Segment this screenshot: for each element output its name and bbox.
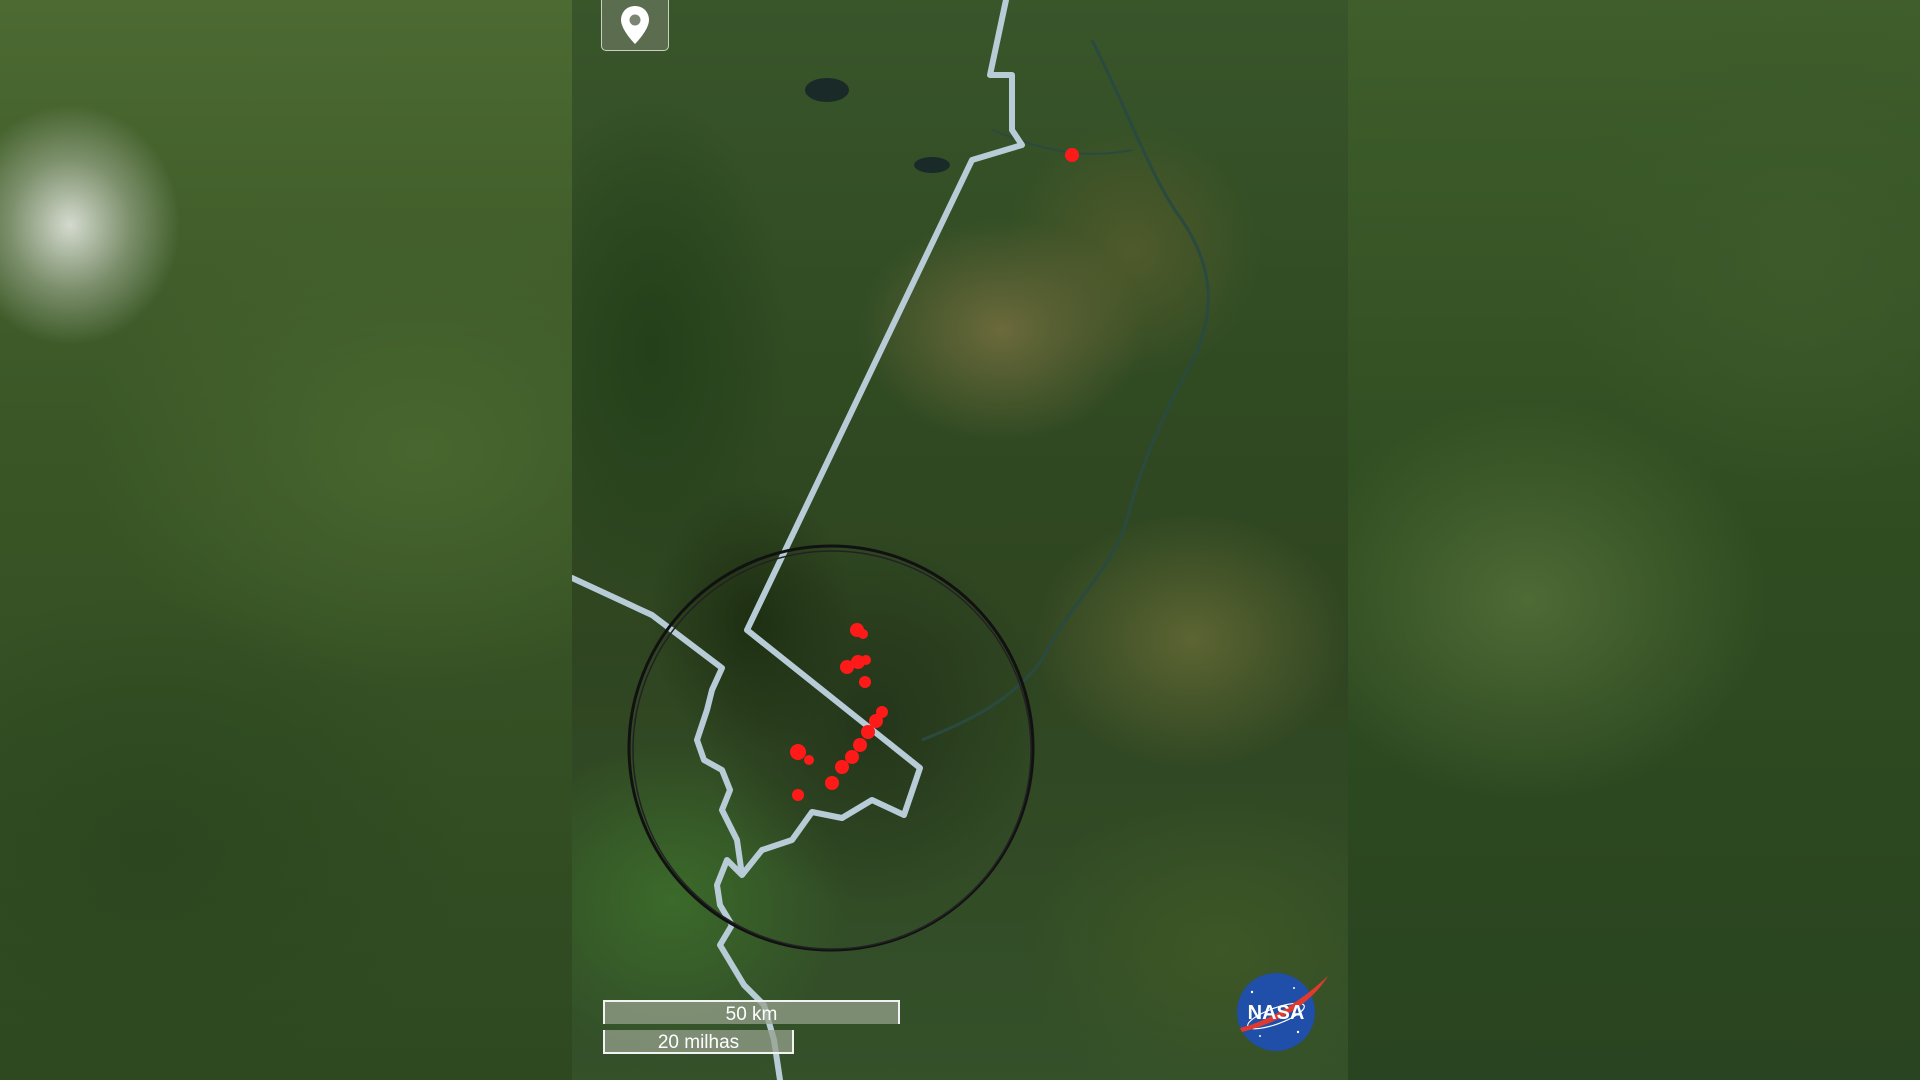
map-pin-icon (621, 6, 649, 44)
nasa-logo: NASA (1237, 973, 1328, 1051)
fire-hotspots (790, 148, 1079, 801)
fire-hotspot (858, 629, 868, 639)
location-button[interactable] (601, 0, 669, 51)
scale-metric-label: 50 km (603, 1000, 900, 1025)
fire-hotspot (861, 725, 875, 739)
nasa-logo-text: NASA (1248, 1002, 1305, 1024)
fire-hotspot (835, 760, 849, 774)
fire-hotspot (859, 676, 871, 688)
fire-hotspot (804, 755, 814, 765)
blurred-background-right (1348, 0, 1920, 1080)
highlight-circle-outline (632, 550, 1032, 950)
river (921, 39, 1210, 742)
fire-hotspot (845, 750, 859, 764)
scale-imperial-label: 20 milhas (603, 1030, 794, 1054)
map-overlay (572, 0, 1210, 1080)
country-border (572, 0, 1025, 1080)
blurred-background-left (0, 0, 572, 1080)
fire-hotspot (792, 789, 804, 801)
fire-hotspot (1065, 148, 1079, 162)
fire-hotspot (825, 776, 839, 790)
lake (805, 78, 849, 102)
satellite-map[interactable] (572, 0, 1348, 1080)
fire-hotspot (790, 744, 806, 760)
fire-hotspot (853, 738, 867, 752)
fire-hotspot (861, 655, 871, 665)
lake (914, 157, 950, 173)
